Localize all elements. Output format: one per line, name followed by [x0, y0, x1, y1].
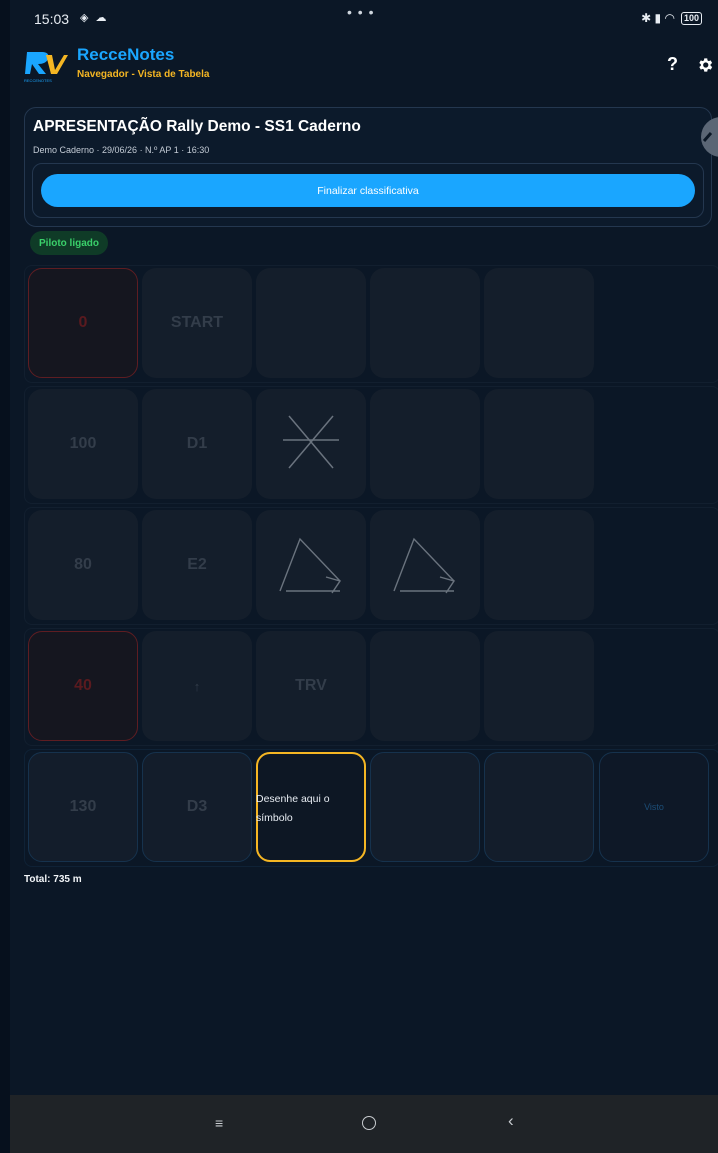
note-cell[interactable]: D1	[142, 389, 252, 499]
pencil-icon	[702, 132, 713, 142]
finish-stage-button[interactable]: Finalizar classificativa	[41, 174, 695, 207]
stage-meta: Demo Caderno · 29/06/26 · N.º AP 1 · 16:…	[33, 145, 210, 155]
symbol-cell[interactable]: TRV	[256, 631, 366, 741]
status-bar: 15:03 ◈ ☁ • • • ✱ ▮ ◠ 100	[10, 0, 718, 36]
stage-title: APRESENTAÇÃO Rally Demo - SS1 Caderno	[33, 118, 361, 135]
drawing-hint: Desenhe aqui o símbolo	[256, 793, 330, 824]
drawing-canvas-cell[interactable]: Desenhe aqui o símbolo	[256, 752, 366, 862]
distance-cell[interactable]: 40	[28, 631, 138, 741]
symbol-cell[interactable]	[370, 389, 480, 499]
notes-grid: 0 START 100 D1 80 E2 40 ↑ TRV 130 D3 Des…	[10, 262, 718, 870]
distance-cell[interactable]: 0	[28, 268, 138, 378]
gear-icon[interactable]	[696, 56, 714, 74]
note-cell[interactable]: D3	[142, 752, 252, 862]
logo-text: RECCENOTES	[24, 78, 52, 83]
total-distance: Total: 735 m	[24, 874, 82, 885]
symbol-cell[interactable]	[256, 268, 366, 378]
symbol-cell[interactable]	[370, 268, 480, 378]
more-dots-icon: • • •	[347, 4, 375, 20]
notification-icons: ◈ ☁	[80, 12, 109, 24]
status-right-icons: ✱ ▮ ◠ 100	[641, 11, 702, 25]
note-cell[interactable]: START	[142, 268, 252, 378]
note-cell[interactable]: ↑	[142, 631, 252, 741]
symbol-cell[interactable]	[484, 510, 594, 620]
note-cell[interactable]: E2	[142, 510, 252, 620]
symbol-cell[interactable]	[484, 631, 594, 741]
symbol-cell[interactable]	[256, 510, 366, 620]
stage-card: APRESENTAÇÃO Rally Demo - SS1 Caderno De…	[24, 107, 712, 227]
home-icon[interactable]	[362, 1116, 376, 1130]
symbol-cell[interactable]	[484, 752, 594, 862]
back-icon[interactable]: ‹	[508, 1111, 514, 1131]
distance-cell[interactable]: 100	[28, 389, 138, 499]
pilot-status-badge: Piloto ligado	[30, 231, 108, 255]
symbol-cell[interactable]	[484, 268, 594, 378]
battery-icon: 100	[680, 11, 702, 25]
app-subtitle: Navegador - Vista de Tabela	[77, 69, 210, 80]
visto-cell[interactable]: Visto	[599, 752, 709, 862]
symbol-cell[interactable]	[370, 510, 480, 620]
stage-actions: Finalizar classificativa	[32, 163, 704, 218]
corner-arrow-icon	[393, 537, 456, 594]
symbol-cell[interactable]	[484, 389, 594, 499]
distance-cell[interactable]: 130	[28, 752, 138, 862]
help-icon[interactable]: ?	[667, 54, 678, 75]
distance-cell[interactable]: 80	[28, 510, 138, 620]
corner-arrow-icon	[279, 537, 342, 594]
status-time: 15:03	[34, 11, 70, 27]
bluetooth-wifi-icons: ✱ ▮ ◠	[641, 11, 675, 25]
app-logo: RECCENOTES	[24, 52, 68, 83]
symbol-cell[interactable]	[370, 752, 480, 862]
app-header: RECCENOTES RecceNotes Navegador - Vista …	[10, 36, 718, 92]
menu-icon[interactable]: ≡	[215, 1115, 223, 1131]
app-title: RecceNotes	[77, 45, 175, 64]
crossroads-icon	[283, 415, 339, 469]
symbol-cell[interactable]	[370, 631, 480, 741]
system-nav-bar: ≡ ‹	[10, 1095, 718, 1153]
symbol-cell[interactable]	[256, 389, 366, 499]
app-screen: 15:03 ◈ ☁ • • • ✱ ▮ ◠ 100 RECCENOTES Rec…	[10, 0, 718, 1095]
